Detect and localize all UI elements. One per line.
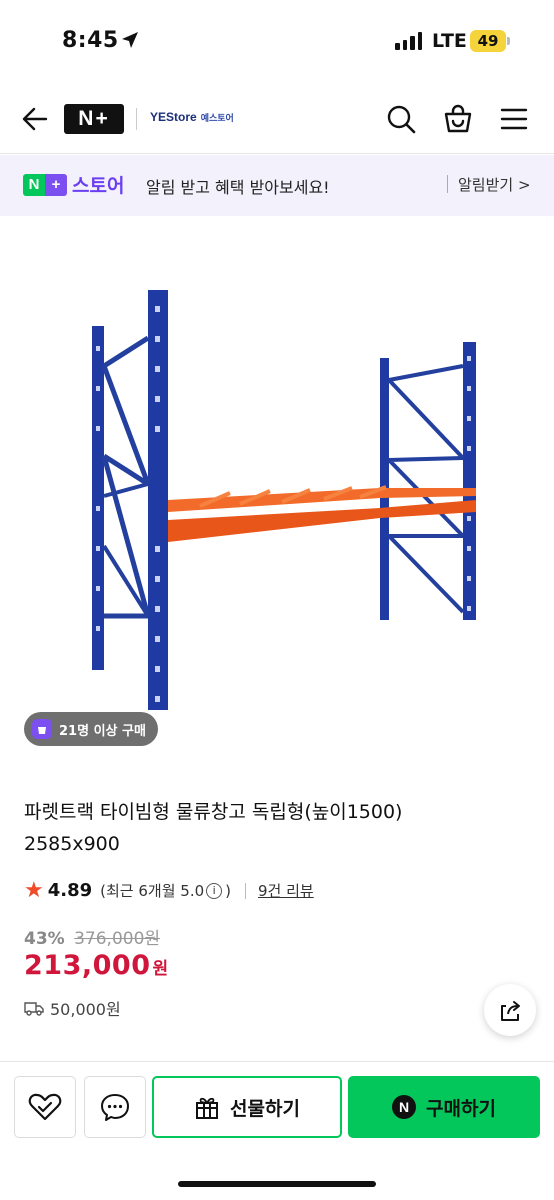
- original-price: 376,000원: [74, 929, 161, 949]
- search-button[interactable]: [383, 101, 419, 137]
- top-nav-header: N+ YEStore 예스토어: [0, 84, 554, 154]
- discount-percent: 43%: [24, 929, 65, 949]
- naver-pay-badge: N: [392, 1095, 417, 1119]
- star-icon: ★: [24, 878, 44, 903]
- buyers-count-text: 21명 이상 구매: [59, 723, 146, 739]
- discount-row: 43% 376,000원: [24, 924, 160, 949]
- back-button[interactable]: [18, 102, 52, 136]
- store-logo[interactable]: YEStore 예스토어: [150, 110, 234, 124]
- chat-bubble-icon: [101, 1094, 129, 1121]
- store-name: YEStore: [150, 110, 197, 124]
- rack-left-frame: [92, 290, 168, 710]
- home-indicator: [178, 1181, 376, 1187]
- battery-level: 49: [477, 32, 499, 50]
- product-title: 파렛트랙 타이빔형 물류창고 독립형(높이1500) 2585x900: [24, 796, 484, 860]
- bottom-action-bar: 선물하기 N 구매하기: [0, 1062, 554, 1200]
- gift-button-label: 선물하기: [230, 1097, 300, 1120]
- network-type: LTE: [432, 30, 467, 52]
- rating-recent: (최근 6개월 5.0: [100, 882, 205, 900]
- pallet-rack-illustration: [92, 290, 476, 710]
- battery-icon: 49: [470, 30, 510, 52]
- rating-row: ★ 4.89 (최근 6개월 5.0 i ) 9건 리뷰: [24, 878, 314, 903]
- price-unit: 원: [152, 959, 169, 979]
- wishlist-button[interactable]: [14, 1076, 76, 1138]
- rack-orange-beams: [168, 485, 476, 542]
- subscribe-alerts-link[interactable]: 알림받기 >: [458, 174, 531, 195]
- signal-bars-icon: [395, 32, 422, 50]
- truck-icon: [24, 1002, 44, 1016]
- notification-banner[interactable]: N + 스토어 알림 받고 혜택 받아보세요! 알림받기 >: [0, 155, 554, 216]
- rating-value: 4.89: [47, 880, 93, 901]
- buy-button[interactable]: N 구매하기: [348, 1076, 540, 1138]
- price-row: 213,000 원: [24, 950, 168, 981]
- menu-button[interactable]: [496, 101, 532, 137]
- shopping-bag-icon: [444, 104, 472, 133]
- product-title-line2: 2585x900: [24, 833, 120, 855]
- store-name-korean: 예스토어: [200, 113, 234, 123]
- banner-store-label: 스토어: [72, 175, 125, 197]
- arrow-left-icon: [22, 107, 48, 131]
- banner-message: 알림 받고 혜택 받아보세요!: [146, 178, 330, 197]
- share-button[interactable]: [484, 984, 536, 1036]
- location-arrow-icon: [122, 32, 138, 48]
- gift-button[interactable]: 선물하기: [152, 1076, 342, 1138]
- shipping-fee: 50,000원: [50, 1000, 121, 1019]
- rack-right-frame: [380, 342, 476, 620]
- buyers-count-badge: 21명 이상 구매: [24, 712, 158, 746]
- sale-price: 213,000: [24, 950, 151, 981]
- rating-recent-close: ): [225, 881, 232, 900]
- naver-plus-badge: N +: [23, 174, 67, 196]
- rating-separator: [245, 882, 247, 899]
- status-bar: 8:45 LTE 49: [0, 0, 554, 84]
- shopping-bag-check-icon: [32, 719, 52, 739]
- product-title-line1: 파렛트랙 타이빔형 물류창고 독립형(높이1500): [24, 801, 403, 823]
- banner-divider: [447, 175, 448, 193]
- chat-button[interactable]: [84, 1076, 146, 1138]
- share-icon: [501, 1001, 520, 1021]
- info-icon[interactable]: i: [206, 882, 223, 899]
- heart-check-icon: [28, 1093, 62, 1121]
- review-count-link[interactable]: 9건 리뷰: [258, 880, 314, 901]
- cart-button[interactable]: [440, 101, 476, 137]
- product-image[interactable]: [0, 216, 554, 756]
- header-divider: [136, 108, 137, 130]
- status-time: 8:45: [62, 28, 119, 53]
- naver-plus-logo[interactable]: N+: [64, 104, 124, 134]
- shipping-row: 50,000원: [24, 996, 121, 1020]
- buy-button-label: 구매하기: [426, 1097, 496, 1120]
- hamburger-menu-icon: [500, 108, 528, 130]
- gift-icon: [196, 1097, 219, 1119]
- search-icon: [387, 105, 416, 134]
